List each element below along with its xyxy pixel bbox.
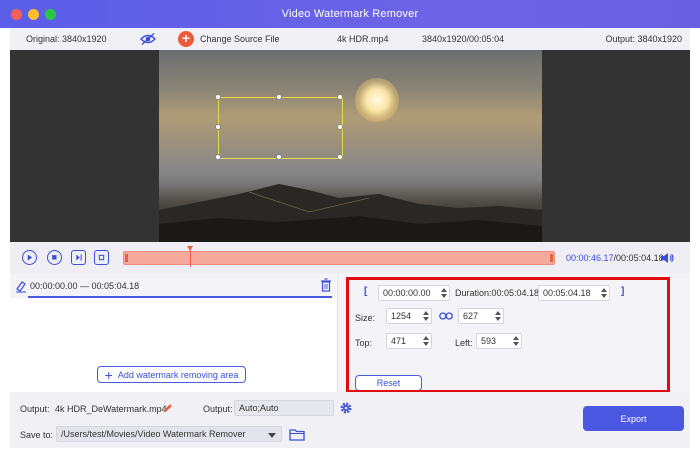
- change-source-button[interactable]: Change Source File: [200, 34, 280, 44]
- chevron-down-icon: [268, 433, 276, 438]
- info-bar: Original: 3840x1920 + Change Source File…: [10, 28, 690, 50]
- eraser-icon: [16, 281, 26, 293]
- sun-glow: [355, 78, 399, 122]
- save-to-label: Save to:: [20, 430, 54, 440]
- resize-handle[interactable]: [215, 124, 221, 130]
- file-name: 4k HDR.mp4: [337, 34, 389, 44]
- timecode: 00:00:46.17/00:05:04.18: [566, 253, 664, 263]
- pencil-icon[interactable]: [163, 403, 173, 413]
- timeline-start-handle[interactable]: [125, 254, 128, 262]
- resize-handle[interactable]: [337, 154, 343, 160]
- output-format-label: Output:: [203, 404, 233, 414]
- frame-icon[interactable]: [71, 250, 86, 265]
- segment-progress-line: [28, 296, 332, 298]
- segment-time-range: 00:00:00.00 — 00:05:04.18: [30, 281, 140, 291]
- output-format-value: Auto;Auto: [239, 403, 279, 413]
- list-item[interactable]: 00:00:00.00 — 00:05:04.18: [10, 274, 336, 298]
- plus-icon[interactable]: +: [178, 31, 194, 47]
- resize-handle[interactable]: [337, 124, 343, 130]
- resize-handle[interactable]: [215, 94, 221, 100]
- timeline-end-handle[interactable]: [550, 254, 553, 262]
- export-button[interactable]: Export: [583, 406, 684, 431]
- eye-icon[interactable]: [140, 32, 156, 46]
- frame-icon[interactable]: [94, 250, 109, 265]
- resize-handle[interactable]: [337, 94, 343, 100]
- add-watermark-area-label: Add watermark removing area: [117, 369, 239, 380]
- plus-icon: +: [104, 366, 113, 383]
- window-title: Video Watermark Remover: [281, 8, 419, 20]
- folder-icon[interactable]: [289, 428, 305, 441]
- current-time: 00:00:46.17: [566, 253, 614, 263]
- maximize-window-button[interactable]: [45, 9, 56, 20]
- resize-handle[interactable]: [276, 154, 282, 160]
- close-window-button[interactable]: [11, 9, 22, 20]
- output-label: Output:: [20, 404, 50, 414]
- play-icon[interactable]: [22, 250, 37, 265]
- mountain-silhouette: [159, 184, 542, 242]
- minimize-window-button[interactable]: [28, 9, 39, 20]
- title-bar: Video Watermark Remover: [0, 0, 700, 28]
- gear-icon[interactable]: [339, 401, 353, 415]
- window-controls: [11, 9, 56, 20]
- watermark-area-list: 00:00:00.00 — 00:05:04.18 + Add watermar…: [10, 274, 336, 392]
- video-preview-area: [10, 50, 690, 242]
- video-frame: [159, 50, 542, 242]
- save-path-dropdown[interactable]: /Users/test/Movies/Video Watermark Remov…: [56, 426, 282, 442]
- save-path-value: /Users/test/Movies/Video Watermark Remov…: [61, 429, 246, 439]
- total-time: /00:05:04.18: [613, 253, 664, 263]
- highlight-annotation-box: [346, 277, 670, 393]
- trash-icon[interactable]: [320, 278, 332, 292]
- playback-controls: 00:00:46.17/00:05:04.18: [10, 242, 690, 274]
- output-resolution: Output: 3840x1920: [605, 34, 682, 44]
- timeline-track[interactable]: [123, 246, 555, 267]
- volume-icon[interactable]: [660, 251, 674, 265]
- output-format-field[interactable]: Auto;Auto: [234, 400, 334, 416]
- watermark-selection-box[interactable]: [215, 94, 343, 160]
- stop-icon[interactable]: [47, 250, 62, 265]
- file-info: 3840x1920/00:05:04: [422, 34, 505, 44]
- resize-handle[interactable]: [215, 154, 221, 160]
- resize-handle[interactable]: [276, 94, 282, 100]
- output-file-name: 4k HDR_DeWatermark.mp4: [55, 404, 167, 414]
- original-resolution: Original: 3840x1920: [26, 34, 107, 44]
- playhead[interactable]: [187, 246, 193, 267]
- add-watermark-area-button[interactable]: + Add watermark removing area: [97, 366, 246, 383]
